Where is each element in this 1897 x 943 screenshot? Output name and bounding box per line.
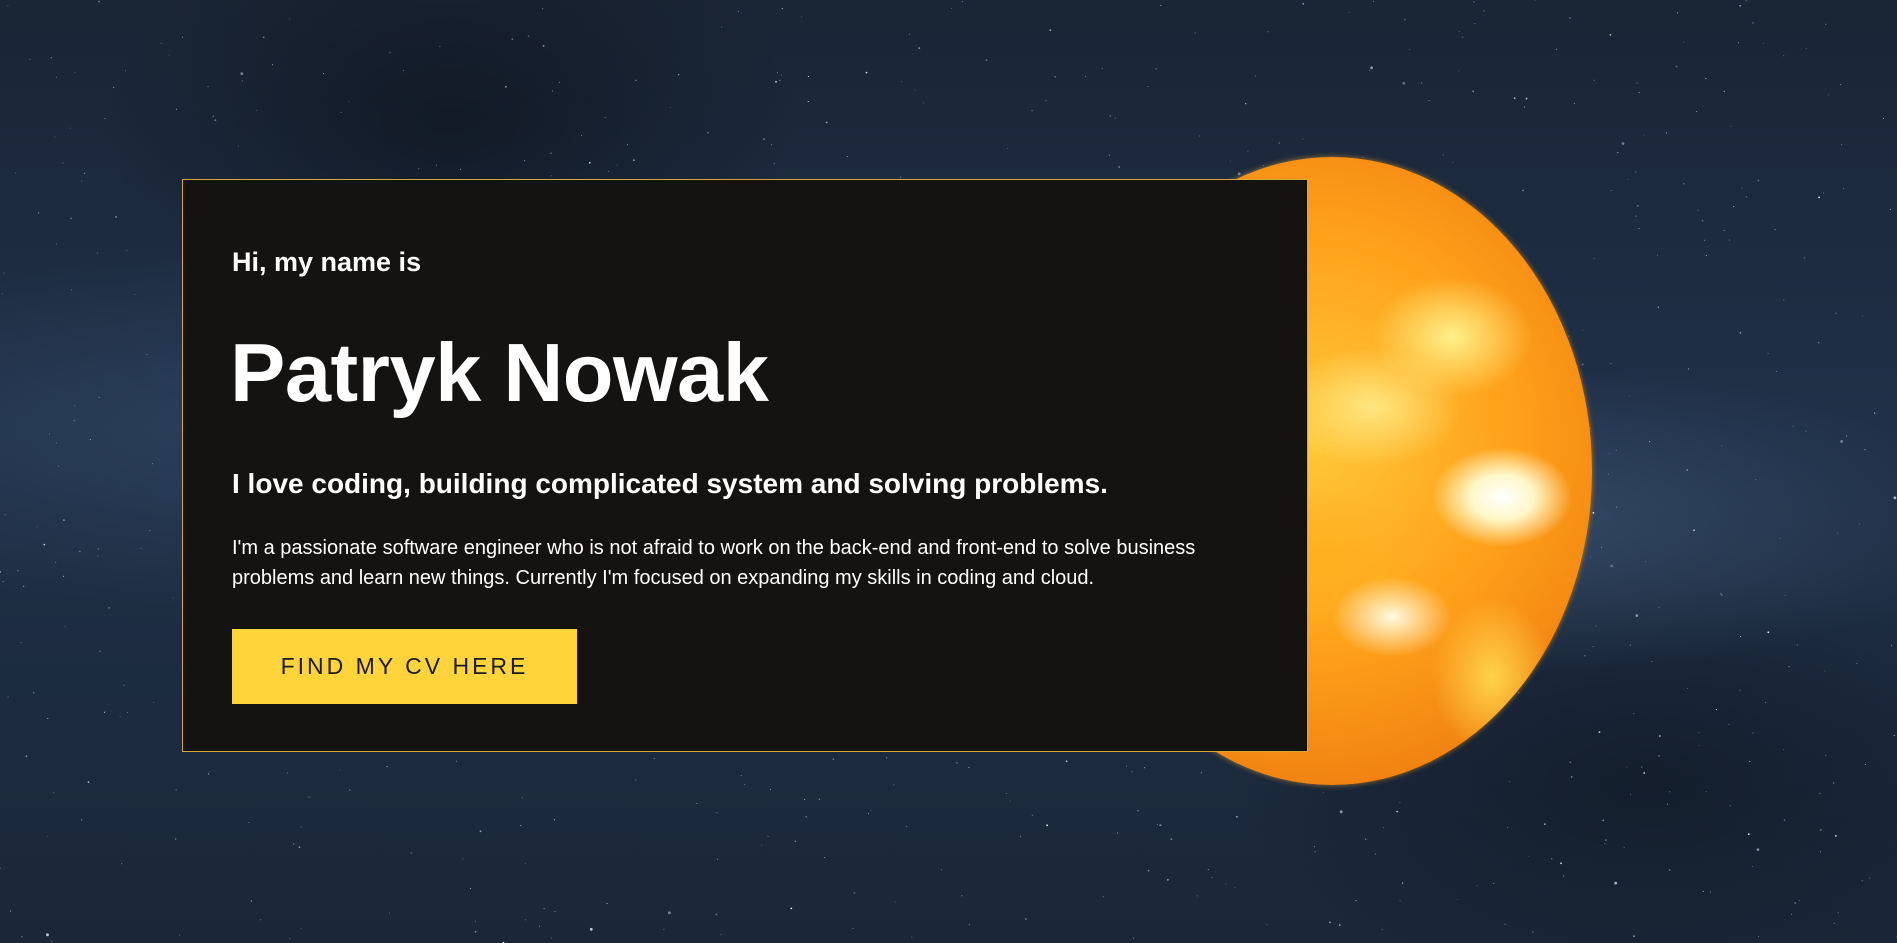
tagline: I love coding, building complicated syst… <box>232 468 1108 499</box>
bio-text: I'm a passionate software engineer who i… <box>232 537 1196 589</box>
intro-card: Hi, my name is Patryk Nowak I love codin… <box>182 179 1308 752</box>
find-cv-button[interactable]: FIND MY CV HERE <box>232 629 577 704</box>
greeting: Hi, my name is <box>232 247 422 277</box>
page-title: Patryk Nowak <box>230 326 769 419</box>
